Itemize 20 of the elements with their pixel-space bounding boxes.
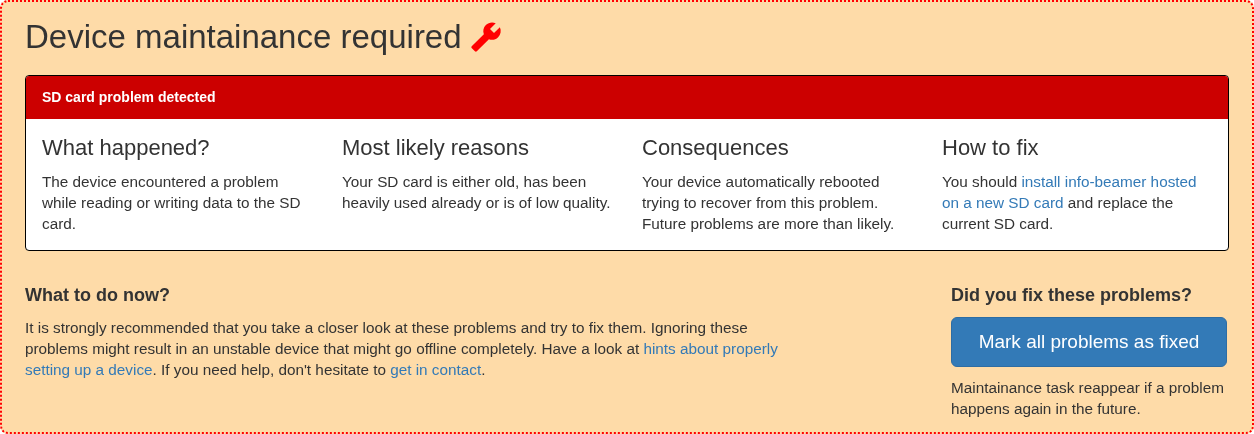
column-heading: Most likely reasons — [342, 134, 531, 162]
link[interactable]: setting up a device — [25, 361, 153, 378]
column-text: Your SD card is either old, has been heavily used already or is of low quality. — [342, 172, 612, 213]
mark-fixed-button[interactable]: Mark all problems as fixed — [951, 317, 1227, 367]
wrench-icon — [469, 21, 502, 53]
link[interactable]: install info-beamer hosted — [1021, 173, 1197, 190]
note-text: Maintainance task reappear if a problem happens again in the future. — [951, 378, 1225, 419]
column-text: The device encountered a problem while reading or writing data to the SD card. — [42, 172, 302, 234]
section-text: It is strongly recommended that you take a closer look at these problems and try to fix them. Ignoring these problems might result in an unstable device that might go offline completely. Have a look at hints about properly setting up a device. If you need help, don't hesitate to get in contact. — [25, 318, 779, 380]
panel-header: SD card problem detected — [26, 76, 1228, 119]
column-heading: Consequences — [642, 134, 790, 162]
column-heading: What happened? — [42, 134, 211, 162]
link[interactable]: on a new SD card — [942, 194, 1064, 211]
section-heading: What to do now? — [25, 284, 171, 307]
link[interactable]: hints about properly — [643, 340, 778, 357]
column-heading: How to fix — [942, 134, 1040, 162]
column-text: Your device automatically rebooted trying to recover from this problem. Future problems are more than likely. — [642, 172, 896, 234]
section-heading: Did you fix these problems? — [951, 284, 1194, 307]
page-title: Device maintainance required — [25, 17, 462, 57]
column-text: You should install info-beamer hosted on a new SD card and replace the current SD card. — [942, 172, 1198, 234]
